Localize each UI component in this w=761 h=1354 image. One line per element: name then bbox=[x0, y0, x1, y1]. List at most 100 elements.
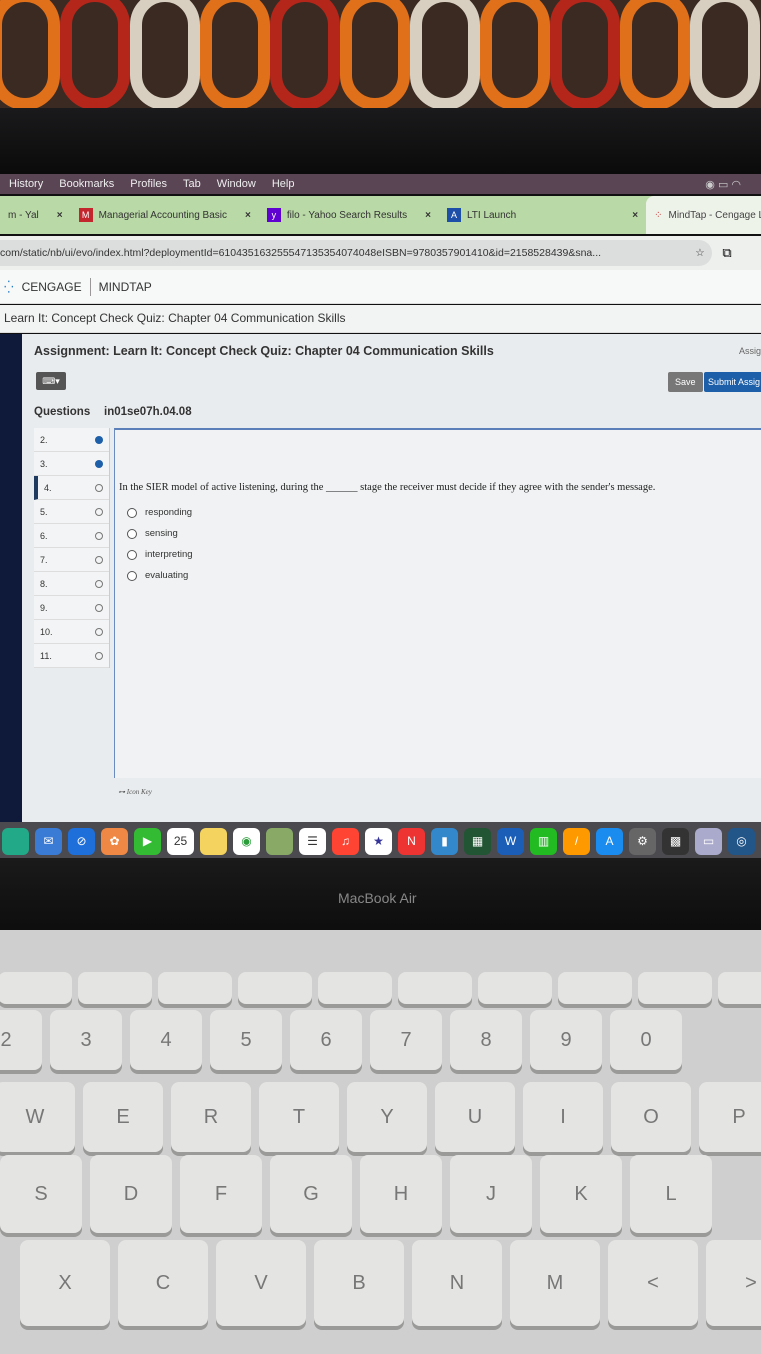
extensions-icon[interactable]: ⧉ bbox=[712, 245, 742, 261]
radio-button[interactable] bbox=[127, 570, 137, 581]
keyboard-key[interactable]: O bbox=[611, 1082, 691, 1152]
keyboard-key[interactable]: F bbox=[180, 1155, 262, 1233]
keyboard-key[interactable]: 3 bbox=[50, 1010, 122, 1070]
keyboard-key[interactable]: N bbox=[412, 1240, 502, 1326]
numbers-icon[interactable]: ▥ bbox=[530, 827, 557, 855]
keyboard-key[interactable]: 4 bbox=[130, 1010, 202, 1070]
question-nav-item[interactable]: 8. bbox=[34, 572, 109, 596]
tab-managerial-accounting[interactable]: M Managerial Accounting Basic × bbox=[71, 196, 259, 234]
close-icon[interactable]: × bbox=[245, 210, 251, 221]
keyboard-key[interactable]: G bbox=[270, 1155, 352, 1233]
photos-icon[interactable]: ✿ bbox=[101, 827, 128, 855]
notes-icon[interactable] bbox=[200, 827, 227, 855]
question-nav-item[interactable]: 10. bbox=[34, 620, 109, 644]
answer-option[interactable]: interpreting bbox=[127, 544, 193, 565]
keyboard-key[interactable]: T bbox=[259, 1082, 339, 1152]
keyboard-key[interactable]: E bbox=[83, 1082, 163, 1152]
function-key[interactable] bbox=[638, 972, 712, 1004]
safari-icon[interactable]: ⊘ bbox=[68, 827, 95, 855]
question-nav-item[interactable]: 9. bbox=[34, 596, 109, 620]
keyboard-key[interactable]: P bbox=[699, 1082, 761, 1152]
question-nav-item[interactable]: 4. bbox=[34, 476, 109, 500]
function-key[interactable] bbox=[398, 972, 472, 1004]
function-key[interactable] bbox=[238, 972, 312, 1004]
assignment-menu-label[interactable]: Assig bbox=[739, 346, 761, 356]
keyboard-key[interactable]: J bbox=[450, 1155, 532, 1233]
radio-button[interactable] bbox=[127, 507, 137, 518]
function-key[interactable] bbox=[718, 972, 761, 1004]
radio-button[interactable] bbox=[127, 549, 137, 560]
keyboard-key[interactable]: 6 bbox=[290, 1010, 362, 1070]
facetime-video-icon[interactable]: ▶ bbox=[134, 827, 161, 855]
answer-option[interactable]: responding bbox=[127, 502, 193, 523]
system-settings-icon[interactable]: ⚙ bbox=[629, 827, 656, 855]
keyboard-key[interactable]: H bbox=[360, 1155, 442, 1233]
keyboard-key[interactable]: 8 bbox=[450, 1010, 522, 1070]
menu-tab[interactable]: Tab bbox=[183, 178, 201, 190]
keyboard-key[interactable]: K bbox=[540, 1155, 622, 1233]
keyboard-key[interactable]: < bbox=[608, 1240, 698, 1326]
keyboard-key[interactable]: > bbox=[706, 1240, 761, 1326]
function-key[interactable] bbox=[478, 972, 552, 1004]
chrome-icon[interactable]: ◉ bbox=[233, 827, 260, 855]
keyboard-key[interactable]: M bbox=[510, 1240, 600, 1326]
question-nav-item[interactable]: 11. bbox=[34, 644, 109, 668]
menu-bookmarks[interactable]: Bookmarks bbox=[59, 178, 114, 190]
keyboard-key[interactable]: D bbox=[90, 1155, 172, 1233]
close-icon[interactable]: × bbox=[425, 210, 431, 221]
keyboard-key[interactable]: S bbox=[0, 1155, 82, 1233]
question-nav-item[interactable]: 5. bbox=[34, 500, 109, 524]
contacts-icon[interactable] bbox=[266, 827, 293, 855]
icon-key-link[interactable]: ⊶ Icon Key bbox=[118, 788, 152, 796]
keyboard-key[interactable]: 0 bbox=[610, 1010, 682, 1070]
keyboard-key[interactable]: L bbox=[630, 1155, 712, 1233]
keyboard-key[interactable]: 9 bbox=[530, 1010, 602, 1070]
keyboard-key[interactable]: R bbox=[171, 1082, 251, 1152]
minecraft-icon[interactable]: ▦ bbox=[464, 827, 491, 855]
question-nav-item[interactable]: 2. bbox=[34, 428, 109, 452]
facetime-icon[interactable] bbox=[2, 827, 29, 855]
keyboard-key[interactable]: C bbox=[118, 1240, 208, 1326]
function-key[interactable] bbox=[158, 972, 232, 1004]
submit-assignment-button[interactable]: Submit Assig bbox=[704, 372, 761, 392]
news-icon[interactable]: N bbox=[398, 827, 425, 855]
menu-profiles[interactable]: Profiles bbox=[130, 178, 167, 190]
reminders-icon[interactable]: ☰ bbox=[299, 827, 326, 855]
url-input[interactable]: com/static/nb/ui/evo/index.html?deployme… bbox=[0, 240, 712, 266]
keyboard-key[interactable]: I bbox=[523, 1082, 603, 1152]
keyboard-key[interactable]: B bbox=[314, 1240, 404, 1326]
app-store-icon[interactable]: A bbox=[596, 827, 623, 855]
function-key[interactable] bbox=[558, 972, 632, 1004]
tab-mindtap[interactable]: ⁘ MindTap - Cengage Lea bbox=[646, 196, 761, 234]
save-button[interactable]: Save bbox=[668, 372, 703, 392]
music-icon[interactable]: ♫ bbox=[332, 827, 359, 855]
tab-yahoo-search[interactable]: y filo - Yahoo Search Results × bbox=[259, 196, 439, 234]
answer-option[interactable]: evaluating bbox=[127, 565, 193, 586]
question-nav-item[interactable]: 3. bbox=[34, 452, 109, 476]
close-icon[interactable]: × bbox=[632, 210, 638, 221]
imovie-icon[interactable]: ★ bbox=[365, 827, 392, 855]
word-icon[interactable]: W bbox=[497, 827, 524, 855]
preview-icon[interactable]: ▭ bbox=[695, 827, 722, 855]
radio-button[interactable] bbox=[127, 528, 137, 539]
close-icon[interactable]: × bbox=[57, 210, 63, 221]
tab-lti-launch[interactable]: A LTI Launch × bbox=[439, 196, 646, 234]
keyboard-key[interactable]: 2 bbox=[0, 1010, 42, 1070]
function-key[interactable] bbox=[318, 972, 392, 1004]
qr-app-icon[interactable]: ▩ bbox=[662, 827, 689, 855]
menu-window[interactable]: Window bbox=[217, 178, 256, 190]
keyboard-icon[interactable]: ⌨▾ bbox=[36, 372, 66, 390]
function-key[interactable] bbox=[0, 972, 72, 1004]
mail-icon[interactable]: ✉ bbox=[35, 827, 62, 855]
keyboard-key[interactable]: W bbox=[0, 1082, 75, 1152]
keyboard-key[interactable]: Y bbox=[347, 1082, 427, 1152]
tab-yahoo-mail[interactable]: m - Yal × bbox=[0, 196, 71, 234]
keyboard-key[interactable]: 5 bbox=[210, 1010, 282, 1070]
keyboard-key[interactable]: U bbox=[435, 1082, 515, 1152]
quicktime-icon[interactable]: ◎ bbox=[728, 827, 755, 855]
bookmark-star-icon[interactable]: ☆ bbox=[688, 240, 712, 266]
keynote-icon[interactable]: ▮ bbox=[431, 827, 458, 855]
question-nav-item[interactable]: 6. bbox=[34, 524, 109, 548]
pages-icon[interactable]: / bbox=[563, 827, 590, 855]
menu-history[interactable]: History bbox=[9, 178, 43, 190]
